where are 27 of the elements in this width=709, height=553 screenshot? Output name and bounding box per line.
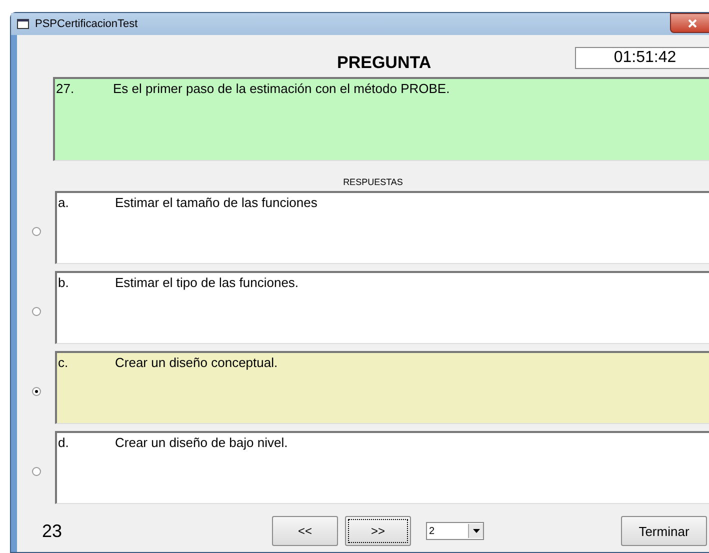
window-title: PSPCertificacionTest <box>35 18 138 30</box>
page-dropdown[interactable]: 2 <box>426 522 484 540</box>
answer-letter: d. <box>58 435 70 452</box>
answer-text: Estimar el tamaño de las funciones <box>115 195 318 212</box>
answer-text: Crear un diseño conceptual. <box>115 355 278 372</box>
answer-letter: c. <box>58 355 70 372</box>
finish-button[interactable]: Terminar <box>621 516 707 546</box>
answer-letter: b. <box>58 275 70 292</box>
next-button[interactable]: >> <box>345 516 411 546</box>
answers-label: RESPUESTAS <box>342 177 404 187</box>
answer-radio[interactable] <box>32 307 41 316</box>
answer-letter: a. <box>58 195 70 212</box>
answered-count: 23 <box>42 520 64 542</box>
timer-display: 01:51:42 <box>575 47 709 69</box>
close-button[interactable] <box>670 13 709 33</box>
question-heading: PREGUNTA <box>337 53 432 73</box>
answer-text: Crear un diseño de bajo nivel. <box>115 435 288 452</box>
question-number: 27. <box>56 81 76 98</box>
answer-text: Estimar el tipo de las funciones. <box>115 275 299 292</box>
app-icon <box>17 19 29 29</box>
answer-radio[interactable] <box>32 467 41 476</box>
question-text: Es el primer paso de la estimación con el método PROBE. <box>113 81 450 98</box>
close-icon <box>688 18 696 28</box>
previous-button[interactable]: << <box>272 516 338 546</box>
dropdown-arrow-icon <box>472 529 480 533</box>
answer-radio[interactable] <box>32 227 41 236</box>
answer-radio[interactable] <box>32 387 41 396</box>
